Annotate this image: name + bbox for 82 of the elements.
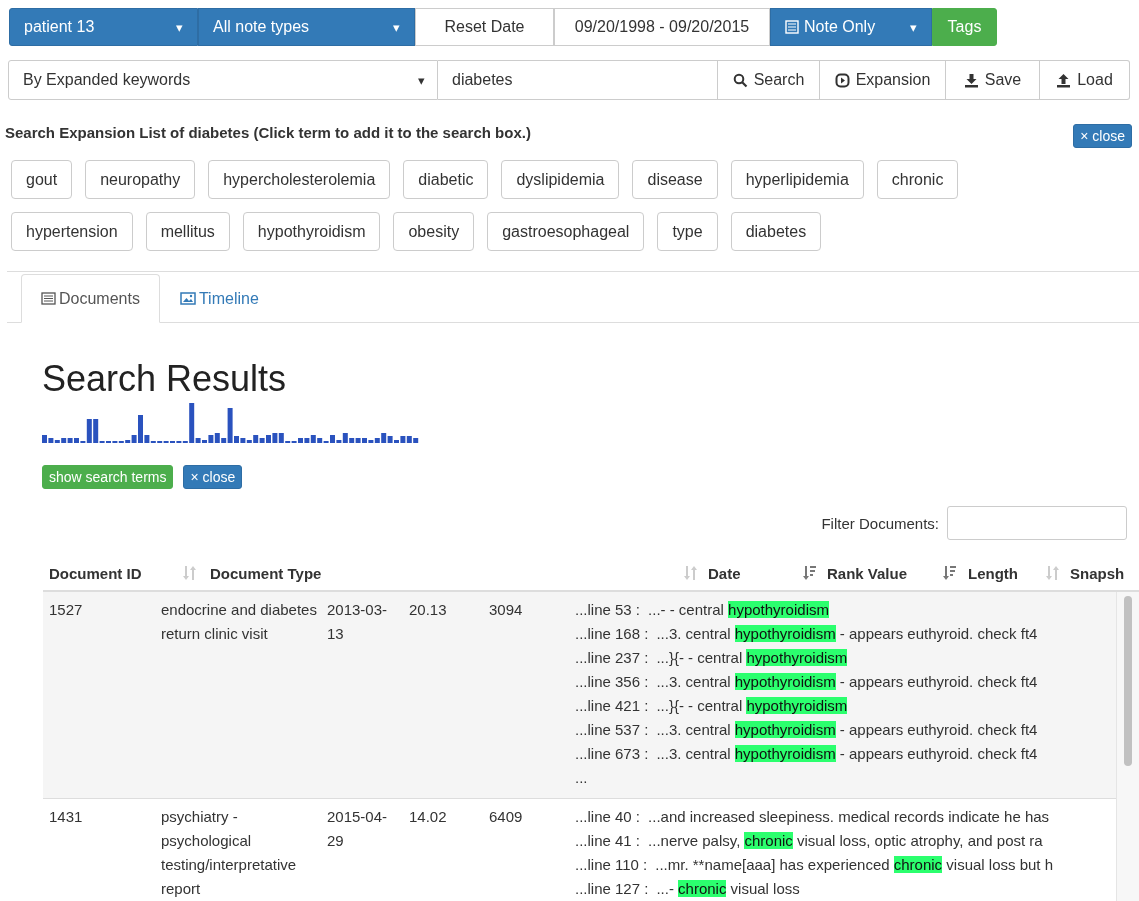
term-chip[interactable]: type — [657, 212, 718, 251]
line-number: ...line 237 : — [575, 648, 649, 668]
image-icon — [179, 292, 196, 305]
column-header[interactable]: Rank Value — [827, 564, 935, 582]
table-cell-text: psychiatry - psychological testing/interpretative report — [161, 807, 298, 899]
line-number: ...line 127 : — [575, 879, 649, 899]
column-header[interactable]: Document Type — [210, 564, 676, 582]
column-header[interactable]: Snapsh — [1070, 564, 1125, 582]
table-cell-text: 3094 — [489, 600, 524, 620]
table-cell-text: 20.13 — [409, 600, 448, 620]
close-button[interactable]: × close — [183, 465, 243, 489]
line-number: ...line 537 : — [575, 720, 649, 740]
more-ellipsis: ... — [575, 769, 588, 786]
line-number: ...line 41 : — [575, 831, 641, 851]
filter-field[interactable] — [947, 506, 1127, 540]
snippet-text: ...3. central hypothyroidism - appears euthyroid. check ft4 — [656, 720, 1038, 740]
note-type-dropdown[interactable]: All note types ▾ — [198, 8, 415, 46]
download-icon — [963, 72, 979, 88]
patient-dropdown[interactable]: patient 13 ▾ — [9, 8, 198, 46]
term-chip[interactable]: dyslipidemia — [501, 160, 620, 199]
term-chip[interactable]: chronic — [876, 160, 959, 199]
snippet-text: ...- chronic visual loss — [656, 879, 800, 899]
table-cell-text: 14.02 — [409, 807, 448, 827]
table-cell-text: 2013-03-13 — [327, 600, 389, 644]
line-number: ...line 110 : — [575, 855, 648, 875]
line-number: ...line 53 : — [575, 600, 641, 620]
table-cell-text: 1527 — [48, 600, 84, 620]
term-chip[interactable]: diabetes — [730, 212, 822, 251]
line-number: ...line 421 : — [575, 696, 649, 716]
search-field[interactable]: diabetes — [438, 60, 718, 100]
list-icon — [41, 292, 56, 305]
load-button[interactable]: Load — [1040, 60, 1130, 100]
term-chip[interactable]: obesity — [393, 212, 475, 251]
term-chip[interactable]: hypothyroidism — [242, 212, 381, 251]
expansion-title: Search Expansion List of diabetes (Click term to add it to the search box.) — [5, 123, 531, 141]
term-chip[interactable]: hypertension — [11, 212, 133, 251]
sort-icon[interactable] — [943, 565, 957, 581]
term-chip[interactable]: diabetic — [403, 160, 489, 199]
close-button[interactable]: × close — [1073, 124, 1132, 148]
date-range-field[interactable]: 09/20/1998 - 09/20/2015 — [554, 8, 770, 46]
upload-icon — [1056, 72, 1072, 88]
snippet-text: ...}{- - central hypothyroidism — [656, 696, 848, 716]
reset-date-button[interactable]: Reset Date — [415, 8, 554, 46]
list-icon — [785, 20, 799, 34]
snippet-text: ...3. central hypothyroidism - appears euthyroid. check ft4 — [656, 672, 1038, 692]
snippet-text: ...3. central hypothyroidism - appears euthyroid. check ft4 — [656, 624, 1038, 644]
term-chip[interactable]: neuropathy — [85, 160, 196, 199]
line-number: ...line 673 : — [575, 744, 649, 764]
column-header[interactable]: Date — [708, 564, 795, 582]
tab[interactable]: Timeline — [159, 274, 279, 323]
column-header[interactable]: Document ID — [49, 564, 175, 582]
snippet-text: ...- - central hypothyroidism — [648, 600, 829, 620]
line-number: ...line 40 : — [575, 807, 641, 827]
sort-icon[interactable] — [803, 565, 817, 581]
search-icon — [732, 72, 748, 88]
term-chip[interactable]: gastroesophageal — [487, 212, 645, 251]
term-chip[interactable]: hypercholesterolemia — [208, 160, 391, 199]
expansion-button[interactable]: Expansion — [820, 60, 946, 100]
note-only-dropdown[interactable]: Note Only ▾ — [770, 8, 932, 46]
column-header[interactable]: Length — [968, 564, 1038, 582]
results-heading: Search Results — [42, 359, 288, 399]
table-cell-text: 2015-04-29 — [327, 807, 389, 851]
save-button[interactable]: Save — [946, 60, 1040, 100]
scrollbar[interactable] — [1116, 592, 1139, 901]
term-chip[interactable]: disease — [632, 160, 718, 199]
snippet-text: ...}{- - central hypothyroidism — [656, 648, 848, 668]
table-cell-text: endocrine and diabetes return clinic visit — [161, 600, 318, 644]
line-number: ...line 356 : — [575, 672, 649, 692]
snippet-text: ...and increased sleepiness. medical records indicate he has — [648, 807, 1050, 827]
term-chip[interactable]: gout — [11, 160, 73, 199]
term-chip[interactable]: mellitus — [145, 212, 230, 251]
tab[interactable]: Documents — [21, 274, 160, 323]
term-chip[interactable]: hyperlipidemia — [730, 160, 864, 199]
snippet-text: ...3. central hypothyroidism - appears euthyroid. check ft4 — [656, 744, 1038, 764]
table-cell-text: 6409 — [489, 807, 524, 827]
filter-label: Filter Documents: — [821, 514, 939, 532]
table-cell-text: 1431 — [48, 807, 84, 827]
snippet-text: ...mr. **name[aaa] has experienced chronic visual loss but h — [655, 855, 1053, 875]
snippet-text: ...nerve palsy, chronic visual loss, optic atrophy, and post ra — [648, 831, 1043, 851]
search-button[interactable]: Search — [718, 60, 820, 100]
line-number: ...line 168 : — [575, 624, 649, 644]
search-mode-dropdown[interactable]: By Expanded keywords ▾ — [8, 60, 438, 100]
